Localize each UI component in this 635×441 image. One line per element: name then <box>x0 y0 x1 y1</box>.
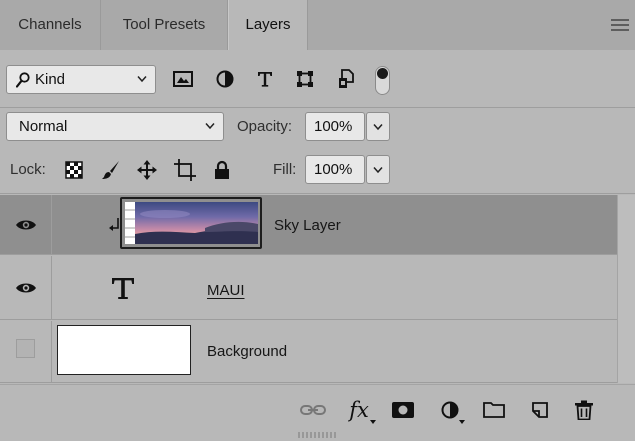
filter-toggle-knob <box>377 68 388 79</box>
new-layer-icon[interactable] <box>527 397 553 423</box>
chevron-down-icon <box>373 124 383 131</box>
layers-bottom-toolbar: fx <box>0 384 635 441</box>
layer-name: MAUI <box>207 282 245 299</box>
eye-icon[interactable] <box>15 218 37 232</box>
layer-row-background[interactable]: Background <box>0 321 617 383</box>
shape-filter-icon[interactable] <box>292 66 318 92</box>
visibility-hidden-box[interactable] <box>16 339 35 358</box>
blend-row: Normal Opacity: 100% <box>0 108 635 144</box>
text-layer-icon <box>112 278 134 299</box>
layer-row-maui[interactable]: MAUI <box>0 256 617 320</box>
filter-row: Kind <box>0 50 635 108</box>
trash-icon[interactable] <box>571 397 597 423</box>
type-filter-icon[interactable] <box>252 66 278 92</box>
tab-tool-presets[interactable]: Tool Presets <box>101 0 228 50</box>
blend-mode-value: Normal <box>19 118 68 135</box>
chevron-down-icon <box>205 123 215 130</box>
layer-name: Sky Layer <box>274 217 341 234</box>
lock-all-icon[interactable] <box>211 159 233 181</box>
tab-channels[interactable]: Channels <box>0 0 101 50</box>
layer-name: Background <box>207 343 288 360</box>
link-layers-icon[interactable] <box>300 397 326 423</box>
fx-icon[interactable]: fx <box>346 397 376 424</box>
adjustment-layer-icon[interactable] <box>437 397 465 424</box>
opacity-input[interactable]: 100% <box>305 112 365 141</box>
fill-dropdown-button[interactable] <box>366 155 390 184</box>
kind-filter-label: Kind <box>35 71 66 88</box>
fx-label: fx <box>349 398 369 422</box>
opacity-label: Opacity: <box>237 118 293 135</box>
lock-transparent-icon[interactable] <box>63 159 85 181</box>
layer-thumbnail-frame <box>120 197 262 249</box>
image-filter-icon[interactable] <box>170 66 196 92</box>
lock-artboard-icon[interactable] <box>174 159 196 181</box>
blend-mode-select[interactable]: Normal <box>6 112 224 141</box>
lock-label: Lock: <box>10 161 46 178</box>
lock-image-icon[interactable] <box>100 159 122 181</box>
opacity-dropdown-button[interactable] <box>366 112 390 141</box>
layer-row-sky-layer[interactable]: Sky Layer <box>0 195 617 255</box>
tab-layers[interactable]: Layers <box>228 0 308 50</box>
kind-filter-select[interactable]: Kind <box>6 65 156 94</box>
add-mask-icon[interactable] <box>390 397 416 423</box>
lock-row: Lock: Fill: 100% <box>0 148 635 190</box>
divider <box>0 193 635 194</box>
chevron-down-icon <box>373 167 383 174</box>
adjustment-filter-icon[interactable] <box>212 66 238 92</box>
lock-position-icon[interactable] <box>136 159 158 181</box>
background-thumbnail <box>57 325 191 375</box>
panel-resize-grip[interactable] <box>298 432 336 438</box>
transparency-strip <box>125 202 135 244</box>
chevron-down-icon <box>137 76 147 83</box>
smart-object-filter-icon[interactable] <box>333 66 359 92</box>
layers-scrollbar[interactable] <box>617 195 635 383</box>
sky-thumbnail-image <box>135 202 258 244</box>
eye-icon[interactable] <box>15 281 37 295</box>
panel-menu-icon[interactable] <box>611 19 629 31</box>
search-icon <box>16 72 30 88</box>
panel-tab-bar: Channels Tool Presets Layers <box>0 0 635 50</box>
clipping-mask-arrow-icon <box>109 218 119 231</box>
fill-input[interactable]: 100% <box>305 155 365 184</box>
group-folder-icon[interactable] <box>481 397 507 423</box>
filter-toggle[interactable] <box>375 66 390 95</box>
fill-label: Fill: <box>273 161 297 178</box>
